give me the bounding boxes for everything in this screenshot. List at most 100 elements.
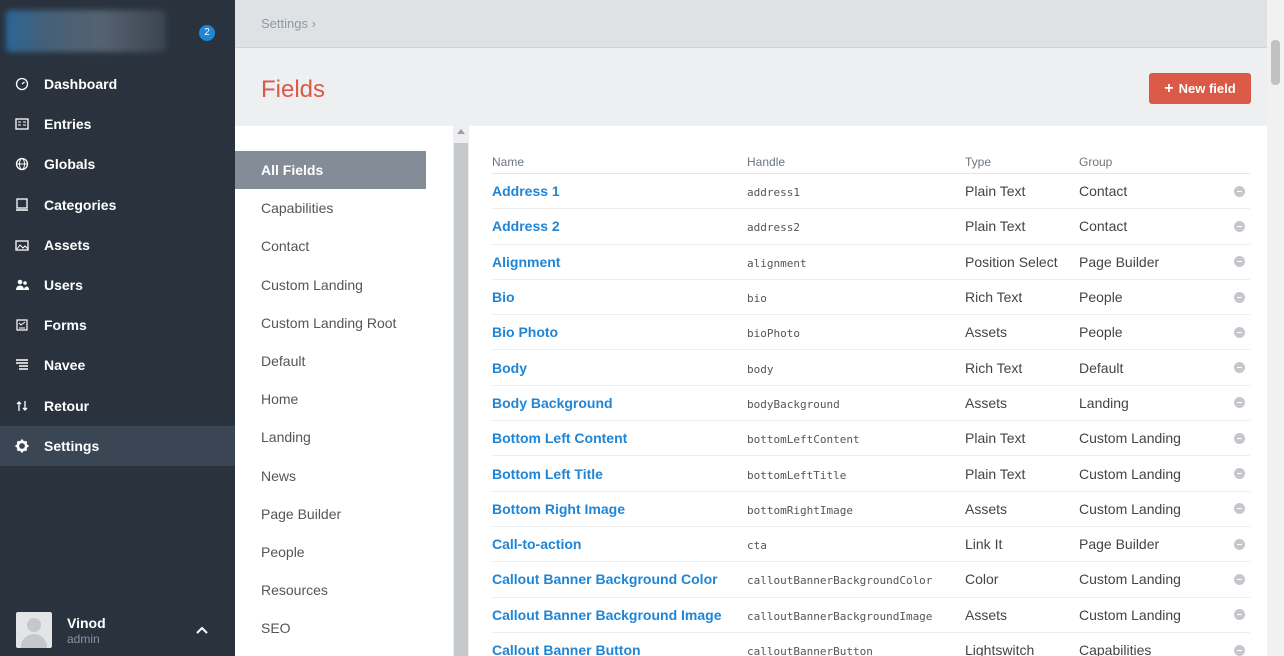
delete-icon[interactable]	[1234, 326, 1245, 338]
table-cell: Callout Banner Background Image	[492, 607, 747, 623]
table-cell: Rich Text	[965, 289, 1079, 305]
user-info: Vinod admin	[67, 615, 106, 646]
field-name-link[interactable]: Callout Banner Button	[492, 642, 641, 656]
field-handle: bio	[747, 292, 767, 306]
field-name-link[interactable]: Alignment	[492, 254, 560, 270]
delete-icon[interactable]	[1234, 644, 1245, 656]
forms-icon	[15, 318, 29, 332]
field-handle: calloutBannerButton	[747, 645, 873, 656]
table-cell: bio	[747, 289, 965, 305]
nav-item-entries[interactable]: Entries	[0, 104, 235, 144]
field-name-link[interactable]: Bottom Left Content	[492, 430, 627, 446]
table-cell	[1229, 609, 1250, 621]
delete-icon[interactable]	[1234, 362, 1245, 374]
field-name-link[interactable]: Address 1	[492, 183, 560, 199]
field-group: Capabilities	[1079, 642, 1152, 656]
field-handle: cta	[747, 539, 767, 553]
group-item[interactable]: People	[235, 533, 453, 571]
field-name-link[interactable]: Callout Banner Background Image	[492, 607, 721, 623]
user-menu[interactable]: Vinod admin	[0, 604, 235, 656]
group-item[interactable]: Custom Landing Root	[235, 304, 453, 342]
field-name-link[interactable]: Body	[492, 360, 527, 376]
group-item[interactable]: News	[235, 457, 453, 495]
field-type: Link It	[965, 536, 1003, 553]
field-type: Assets	[965, 606, 1008, 623]
group-item[interactable]: Contact	[235, 227, 453, 265]
field-type: Assets	[965, 500, 1008, 517]
table-cell: Capabilities	[1079, 642, 1229, 656]
col-header-handle[interactable]: Handle	[747, 155, 965, 169]
table-cell: Page Builder	[1079, 536, 1229, 552]
table-cell: Plain Text	[965, 183, 1079, 199]
group-item[interactable]: Landing	[235, 418, 453, 456]
field-name-link[interactable]: Body Background	[492, 395, 613, 411]
site-name-blurred[interactable]	[6, 10, 166, 52]
nav-item-categories[interactable]: Categories	[0, 185, 235, 225]
field-name-link[interactable]: Bio Photo	[492, 324, 558, 340]
delete-icon[interactable]	[1234, 573, 1245, 585]
chevron-up-icon[interactable]	[194, 622, 210, 638]
table-cell: calloutBannerButton	[747, 642, 965, 656]
field-type: Color	[965, 571, 999, 588]
table-row: Address 2 address2 Plain Text Contact	[492, 209, 1250, 245]
field-name-link[interactable]: Call-to-action	[492, 536, 581, 552]
groups-scrollbar[interactable]	[453, 126, 469, 656]
delete-icon[interactable]	[1234, 503, 1245, 515]
nav-item-users[interactable]: Users	[0, 265, 235, 305]
delete-icon[interactable]	[1234, 256, 1245, 268]
delete-icon[interactable]	[1234, 220, 1245, 232]
table-cell: Rich Text	[965, 360, 1079, 376]
delete-icon[interactable]	[1234, 291, 1245, 303]
col-header-type[interactable]: Type	[965, 155, 1079, 169]
table-cell: Call-to-action	[492, 536, 747, 552]
nav-item-dashboard[interactable]: Dashboard	[0, 64, 235, 104]
table-cell	[1229, 468, 1250, 480]
nav-label: Globals	[44, 156, 96, 173]
table-cell: calloutBannerBackgroundColor	[747, 571, 965, 587]
col-header-name[interactable]: Name	[492, 155, 747, 169]
group-item[interactable]: Home	[235, 380, 453, 418]
group-item[interactable]: Capabilities	[235, 189, 453, 227]
nav-item-globals[interactable]: Globals	[0, 144, 235, 184]
nav-item-retour[interactable]: Retour	[0, 386, 235, 426]
field-type: Plain Text	[965, 183, 1026, 200]
field-name-link[interactable]: Bottom Right Image	[492, 501, 625, 517]
nav-label: Users	[44, 277, 83, 294]
nav-item-navee[interactable]: Navee	[0, 345, 235, 385]
nav-item-settings[interactable]: Settings	[0, 425, 235, 466]
table-cell: body	[747, 360, 965, 376]
page-scrollbar-thumb[interactable]	[1271, 40, 1280, 85]
table-cell	[1229, 573, 1250, 585]
assets-icon	[15, 238, 29, 252]
field-name-link[interactable]: Callout Banner Background Color	[492, 571, 718, 587]
delete-icon[interactable]	[1234, 432, 1245, 444]
group-item[interactable]: Page Builder	[235, 495, 453, 533]
field-type: Plain Text	[965, 465, 1026, 482]
delete-icon[interactable]	[1234, 538, 1245, 550]
field-name-link[interactable]: Bio	[492, 289, 515, 305]
table-cell: People	[1079, 289, 1229, 305]
page-scrollbar[interactable]	[1267, 0, 1284, 656]
breadcrumb-settings[interactable]: Settings ›	[261, 16, 316, 31]
delete-icon[interactable]	[1234, 185, 1245, 197]
delete-icon[interactable]	[1234, 397, 1245, 409]
nav-item-forms[interactable]: Forms	[0, 305, 235, 345]
field-handle: address2	[747, 221, 800, 235]
new-field-button[interactable]: + New field	[1149, 73, 1251, 104]
group-item[interactable]: Default	[235, 342, 453, 380]
field-handle: bottomLeftTitle	[747, 468, 847, 482]
group-item[interactable]: Custom Landing	[235, 266, 453, 304]
col-header-group[interactable]: Group	[1079, 155, 1229, 169]
field-name-link[interactable]: Bottom Left Title	[492, 466, 603, 482]
scrollbar-thumb[interactable]	[454, 143, 468, 656]
notification-badge[interactable]: 2	[199, 25, 215, 41]
delete-icon[interactable]	[1234, 609, 1245, 621]
group-item[interactable]: Resources	[235, 571, 453, 609]
delete-icon[interactable]	[1234, 468, 1245, 480]
table-cell: Body	[492, 360, 747, 376]
group-item[interactable]: SEO	[235, 609, 453, 647]
nav-item-assets[interactable]: Assets	[0, 225, 235, 265]
field-name-link[interactable]: Address 2	[492, 218, 560, 234]
group-item[interactable]: All Fields	[235, 151, 426, 190]
scroll-up-icon[interactable]	[457, 129, 465, 134]
